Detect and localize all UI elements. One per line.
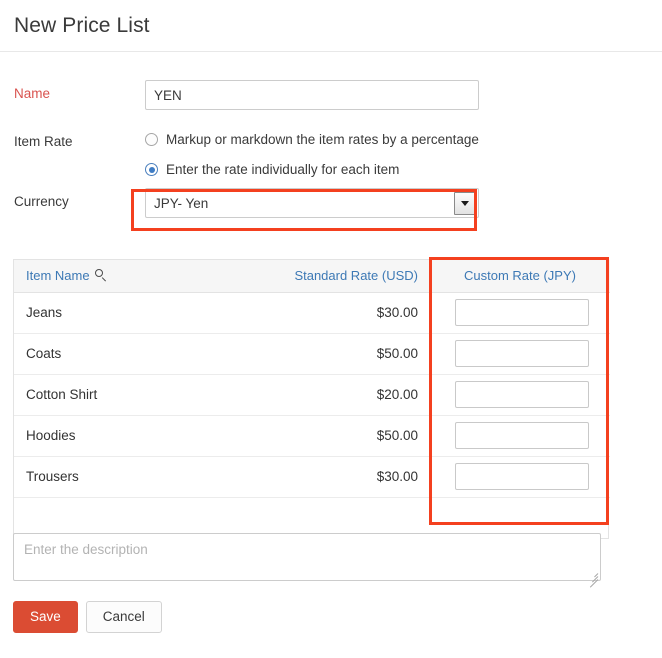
custom-rate-input[interactable] [455,299,589,326]
radio-icon-markup[interactable] [145,133,158,146]
description-input[interactable] [13,533,601,581]
currency-select-wrap[interactable]: JPY- Yen [145,188,479,218]
cell-standard-rate: $30.00 [236,292,430,333]
cell-standard-rate: $20.00 [236,374,430,415]
cell-item-name: Jeans [14,292,236,333]
table-row: Hoodies $50.00 [14,415,610,456]
radio-icon-individual[interactable] [145,163,158,176]
cell-item-name: Cotton Shirt [14,374,236,415]
radio-option-markup[interactable]: Markup or markdown the item rates by a p… [145,128,648,151]
cell-item-name: Hoodies [14,415,236,456]
cell-custom-rate [430,415,610,456]
table-body: Jeans $30.00 Coats $50.00 Cotton Shirt $… [14,292,610,538]
form-row-name: Name [14,80,648,120]
form-actions: Save Cancel [13,601,162,633]
custom-rate-input[interactable] [455,340,589,367]
currency-select[interactable]: JPY- Yen [145,188,479,218]
description-area [13,533,601,586]
name-field-wrap [145,80,648,110]
filler-cell [430,497,610,538]
cell-custom-rate [430,292,610,333]
cell-item-name: Trousers [14,456,236,497]
item-rate-options: Markup or markdown the item rates by a p… [145,128,648,188]
column-header-custom-rate: Custom Rate (JPY) [430,260,610,292]
table-row: Cotton Shirt $20.00 [14,374,610,415]
page-header: New Price List [0,0,662,52]
table-row: Coats $50.00 [14,333,610,374]
custom-rate-input[interactable] [455,422,589,449]
radio-option-individual[interactable]: Enter the rate individually for each ite… [145,158,648,181]
form-row-item-rate: Item Rate Markup or markdown the item ra… [14,128,648,186]
currency-label: Currency [14,188,145,209]
price-list-form: Name Item Rate Markup or markdown the it… [0,80,662,234]
custom-rate-input[interactable] [455,463,589,490]
column-header-item-name-label: Item Name [26,268,90,283]
cell-custom-rate [430,374,610,415]
custom-rate-input[interactable] [455,381,589,408]
filler-cell [236,497,430,538]
name-input[interactable] [145,80,479,110]
form-row-currency: Currency JPY- Yen [14,188,648,234]
column-header-standard-rate: Standard Rate (USD) [236,260,430,292]
cell-standard-rate: $30.00 [236,456,430,497]
currency-field-wrap: JPY- Yen [145,188,648,218]
cell-standard-rate: $50.00 [236,415,430,456]
item-rate-table: Item Name Standard Rate (USD) Custom Rat… [13,259,609,539]
column-header-item-name[interactable]: Item Name [14,260,236,292]
search-icon[interactable] [95,269,108,282]
chevron-down-icon[interactable] [454,192,475,215]
radio-label-individual: Enter the rate individually for each ite… [166,163,399,177]
cell-item-name: Coats [14,333,236,374]
table-header-row: Item Name Standard Rate (USD) Custom Rat… [14,260,610,292]
save-button[interactable]: Save [13,601,78,633]
cancel-button[interactable]: Cancel [86,601,162,633]
cell-custom-rate [430,456,610,497]
radio-label-markup: Markup or markdown the item rates by a p… [166,133,479,147]
table-filler-row [14,497,610,538]
cell-standard-rate: $50.00 [236,333,430,374]
name-label: Name [14,80,145,101]
page-title: New Price List [14,14,150,38]
table-row: Jeans $30.00 [14,292,610,333]
table-row: Trousers $30.00 [14,456,610,497]
filler-cell [14,497,236,538]
cell-custom-rate [430,333,610,374]
item-rate-label: Item Rate [14,128,145,149]
